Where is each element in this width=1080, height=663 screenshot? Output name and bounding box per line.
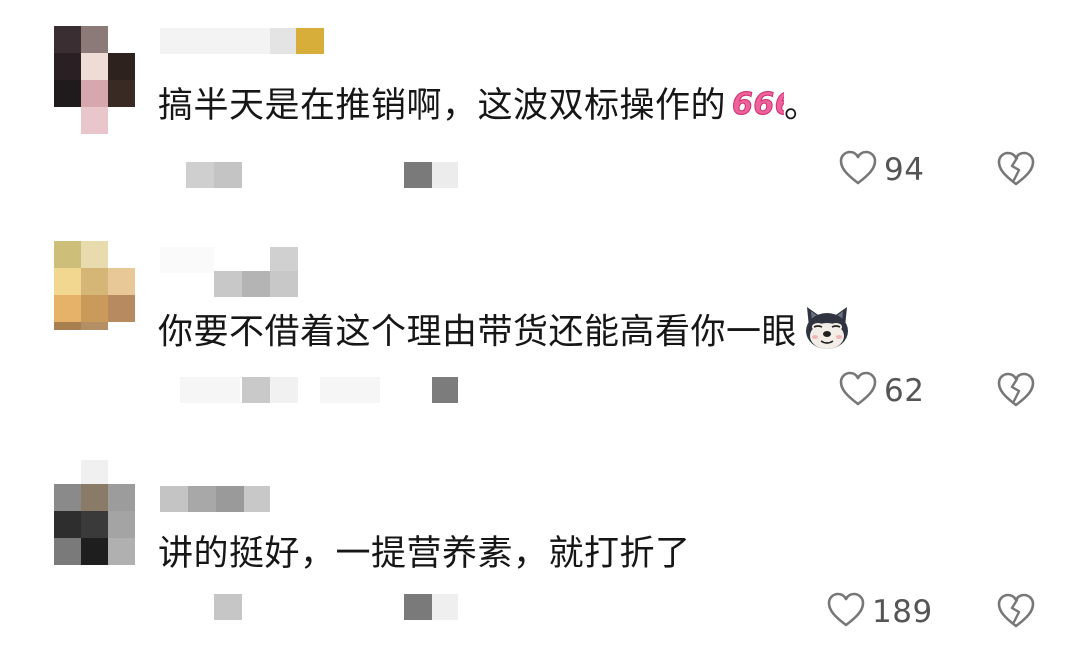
like-button[interactable]: 94: [838, 148, 924, 192]
comment-text: 讲的挺好，一提营养素，就打折了: [158, 532, 691, 576]
avatar[interactable]: [54, 241, 136, 330]
comment-body: 你要不借着这个理由带货还能高看你一眼: [158, 312, 798, 353]
like-count: 94: [884, 152, 925, 188]
meta-redacted: [160, 377, 460, 407]
meta-redacted: [160, 162, 460, 192]
comment-item: 讲的挺好，一提营养素，就打折了 189: [0, 442, 1080, 663]
emoji-666-label: 666: [732, 88, 784, 118]
like-button[interactable]: 62: [838, 369, 924, 413]
broken-heart-icon: [996, 151, 1036, 192]
username-redacted[interactable]: [160, 486, 280, 516]
broken-heart-icon: [996, 593, 1036, 634]
heart-outline-icon: [838, 149, 878, 191]
dislike-button[interactable]: [996, 592, 1040, 636]
broken-heart-icon: [996, 372, 1036, 413]
avatar[interactable]: [54, 26, 136, 134]
comment-text: 搞半天是在推销啊，这波双标操作的 666 。: [158, 84, 820, 129]
dislike-button[interactable]: [996, 371, 1040, 415]
like-button[interactable]: 189: [826, 590, 933, 634]
like-count: 62: [884, 373, 925, 409]
comment-body: 讲的挺好，一提营养素，就打折了: [158, 534, 691, 574]
username-redacted[interactable]: [160, 247, 310, 297]
heart-outline-icon: [826, 591, 866, 633]
avatar[interactable]: [54, 460, 136, 566]
doge-icon: [803, 305, 851, 362]
username-redacted[interactable]: [160, 28, 330, 58]
heart-outline-icon: [838, 370, 878, 412]
comment-item: 搞半天是在推销啊，这波双标操作的 666 。 94: [0, 0, 1080, 221]
comment-item: 你要不借着这个理由带货还能高看你一眼 62: [0, 221, 1080, 442]
emoji-666-icon: 666: [732, 85, 797, 129]
comment-body: 搞半天是在推销啊，这波双标操作的: [158, 86, 727, 126]
dislike-button[interactable]: [996, 150, 1040, 194]
like-count: 189: [872, 594, 933, 630]
comment-trailing: 。: [784, 86, 820, 126]
comment-text: 你要不借着这个理由带货还能高看你一眼: [158, 305, 851, 362]
meta-redacted: [160, 594, 460, 624]
